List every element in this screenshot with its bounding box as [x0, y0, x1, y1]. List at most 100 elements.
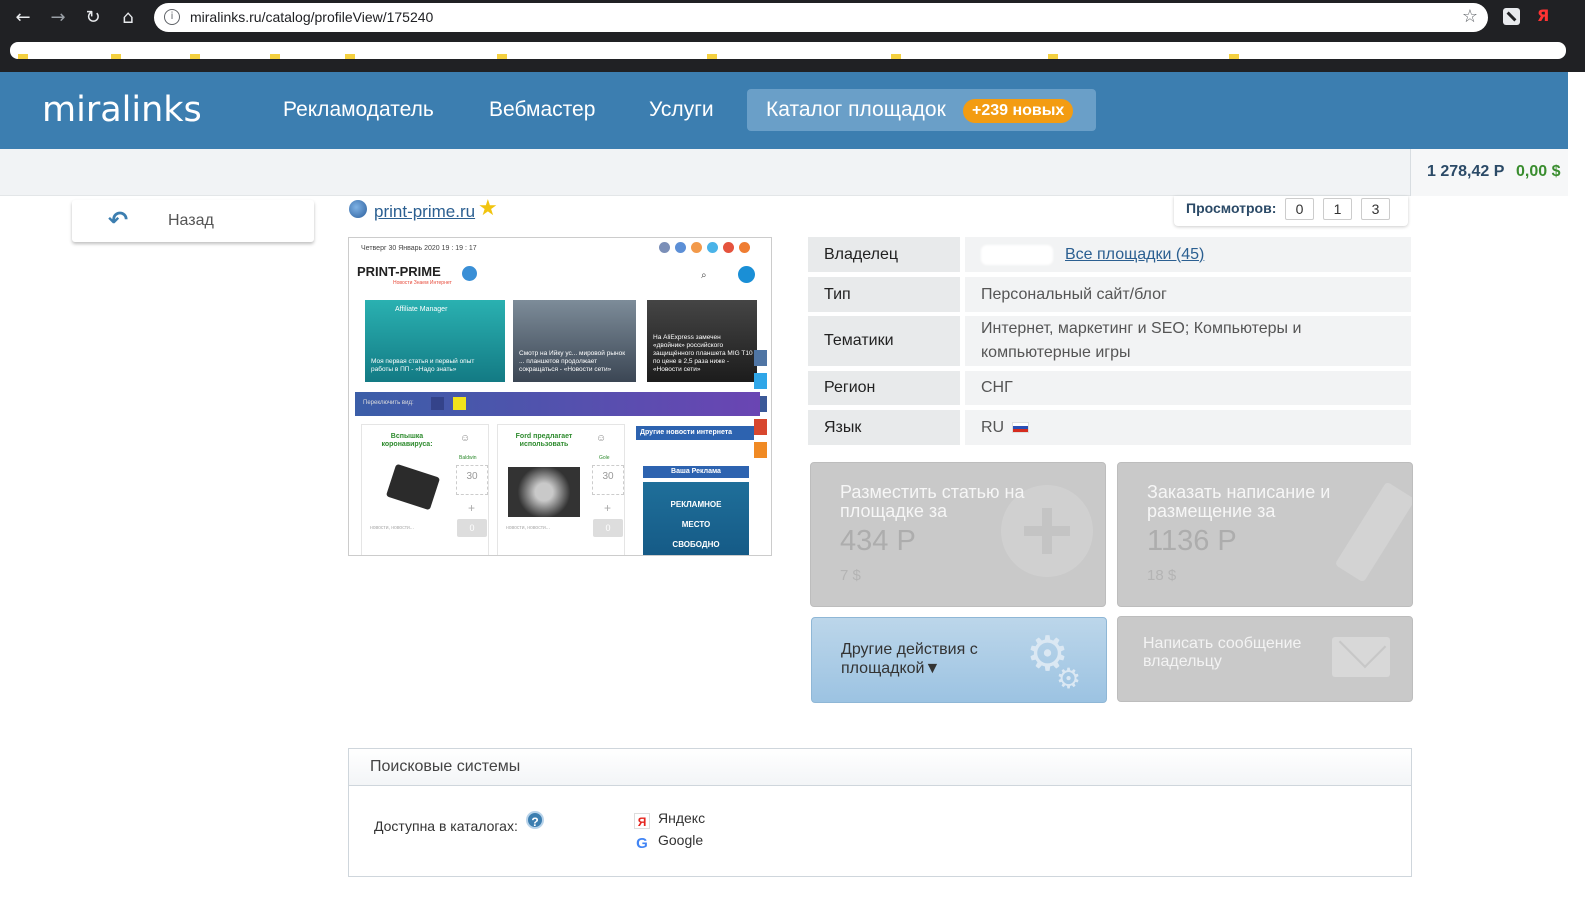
site-domain-link[interactable]: print-prime.ru [374, 202, 475, 222]
tyre-image [508, 467, 580, 517]
yandex-extension-icon[interactable]: Я [1537, 6, 1549, 25]
order-writing-price: 1136 Р [1147, 525, 1237, 557]
news-card: На AliExpress замечен «двойник» российск… [647, 300, 757, 382]
forward-arrow-icon[interactable]: → [46, 6, 70, 30]
bookmark-dot [891, 54, 901, 59]
search-systems-panel: Поисковые системы Доступна в каталогах: … [348, 748, 1412, 877]
info-value: Интернет, маркетинг и SEO; Компьютеры и … [965, 316, 1411, 366]
bookmarks-bar [10, 42, 1566, 59]
views-count: 0 [1285, 198, 1314, 220]
help-icon[interactable]: ? [526, 811, 544, 829]
bookmark-dot [270, 54, 280, 59]
place-article-price: 434 Р [840, 525, 916, 557]
engine-name: Google [658, 832, 704, 848]
search-systems-header[interactable]: Поисковые системы [349, 749, 1411, 786]
thumb-author: Gole [599, 455, 610, 461]
return-arrow-icon: ↶ [108, 206, 129, 234]
balance: 1 278,42 Р 0,00 $ [1410, 149, 1568, 196]
thumb-date: Четверг 30 Январь 2020 19 : 19 : 17 [361, 245, 477, 252]
search-icon: ⌕ [701, 270, 707, 281]
thumb-author: Baldwin [459, 455, 477, 461]
news-box: Ford предлагает использовать ☺ Gole 30 +… [497, 424, 625, 555]
bookmark-dot [1229, 54, 1239, 59]
card-caption: Смотр на Ийку ус... мировой рынок ... пл… [519, 350, 626, 373]
bookmark-dot [190, 54, 200, 59]
url-text[interactable]: miralinks.ru/catalog/profileView/175240 [190, 9, 433, 25]
info-key: Тематики [808, 316, 960, 366]
bookmark-star-icon[interactable]: ☆ [1462, 6, 1478, 27]
yandex-icon: Я [634, 813, 650, 829]
bookmark-dot [497, 54, 507, 59]
ad-line: СВОБОДНО [672, 540, 720, 549]
card-label: Affiliate Manager [395, 306, 448, 313]
write-owner-label: Написать сообщение владельцу [1143, 635, 1302, 670]
globe-icon [349, 200, 367, 218]
news-title: Вспышка коронавируса: [381, 433, 433, 448]
favorite-star-icon[interactable]: ★ [478, 196, 498, 221]
other-actions-dropdown[interactable]: ⚙ ⚙ Другие действия с площадкой▼ [811, 617, 1107, 703]
news-title: Ford предлагает использовать [515, 433, 573, 448]
site-screenshot[interactable]: Четверг 30 Январь 2020 19 : 19 : 17 PRIN… [348, 237, 772, 556]
bookmark-dot [111, 54, 121, 59]
balance-usd: 0,00 $ [1516, 163, 1561, 180]
address-bar[interactable]: i miralinks.ru/catalog/profileView/17524… [154, 3, 1488, 32]
info-value: Персональный сайт/блог [965, 277, 1411, 312]
menu-services[interactable]: Услуги [649, 98, 714, 122]
bookmark-dot [18, 54, 28, 59]
smile-icon: ☺ [460, 433, 471, 444]
sub-bar: 1 278,42 Р 0,00 $ [0, 149, 1568, 196]
gear-small-icon: ⚙ [1056, 662, 1082, 695]
place-article-usd: 7 $ [840, 567, 861, 584]
site-header: miralinks Рекламодатель Вебмастер Услуги… [0, 72, 1568, 149]
menu-catalog[interactable]: Каталог площадок +239 новых [747, 89, 1096, 131]
order-writing-button[interactable]: Заказать написание и размещение за 1136 … [1117, 462, 1413, 607]
card-caption: Моя первая статья и первый опыт работы в… [371, 358, 475, 373]
thumb-logo-sub: Новости Знаем Интернет [393, 280, 452, 286]
language-code: RU [981, 418, 1005, 436]
grid-view-icon [453, 397, 466, 410]
info-value: СНГ [965, 371, 1411, 405]
engine-name: Яндекс [658, 810, 706, 826]
list-view-icon [431, 397, 444, 410]
info-key: Владелец [808, 237, 960, 272]
home-icon[interactable]: ⌂ [116, 6, 140, 30]
other-actions-label: Другие действия с площадкой▼ [841, 641, 978, 677]
miralinks-logo[interactable]: miralinks [42, 90, 202, 130]
thumb-strip: Переключить вид: [355, 392, 760, 416]
info-row-topics: Тематики Интернет, маркетинг и SEO; Комп… [808, 316, 1411, 366]
site-info-icon[interactable]: i [164, 9, 180, 25]
date-box: 30 [456, 465, 488, 495]
owner-name-hidden [981, 244, 1053, 265]
info-row-type: Тип Персональный сайт/блог [808, 277, 1411, 312]
reload-icon[interactable]: ↻ [81, 6, 105, 30]
menu-catalog-label[interactable]: Каталог площадок [766, 98, 946, 122]
search-systems-title: Поисковые системы [370, 758, 521, 775]
engine-yandex: Я Яндекс [634, 810, 705, 829]
info-row-region: Регион СНГ [808, 371, 1411, 405]
order-writing-title: Заказать написание и размещение за [1147, 482, 1331, 521]
bookmark-dot [345, 54, 355, 59]
ad-header: Ваша Реклама [643, 466, 749, 478]
back-arrow-icon[interactable]: ← [11, 6, 35, 30]
place-article-button[interactable]: Разместить статью на площадке за 434 Р 7… [810, 462, 1106, 607]
news-box: Вспышка коронавируса: ☺ Baldwin 30 + 0 н… [361, 424, 489, 555]
info-key: Язык [808, 410, 960, 445]
scrollbar[interactable] [1568, 72, 1585, 910]
info-key: Тип [808, 277, 960, 312]
info-value: Все площадки (45) [965, 237, 1411, 272]
engine-google: G Google [634, 832, 703, 852]
thumb-tags: новости, новости... [506, 525, 550, 531]
google-icon: G [636, 835, 648, 852]
write-owner-button[interactable]: Написать сообщение владельцу [1117, 616, 1413, 702]
envelope-icon [1332, 637, 1390, 677]
back-button[interactable]: ↶ Назад [72, 200, 314, 242]
info-value: RU [965, 410, 1411, 445]
counter: 0 [457, 519, 487, 537]
plus-icon: + [604, 501, 612, 515]
gadget-image [385, 463, 441, 511]
menu-webmaster[interactable]: Вебмастер [489, 98, 595, 122]
ad-box: РЕКЛАМНОЕ МЕСТО СВОБОДНО [643, 482, 749, 555]
extension-icon[interactable] [1503, 8, 1520, 25]
menu-advertiser[interactable]: Рекламодатель [283, 98, 434, 122]
all-sites-link[interactable]: Все площадки (45) [1065, 243, 1204, 267]
